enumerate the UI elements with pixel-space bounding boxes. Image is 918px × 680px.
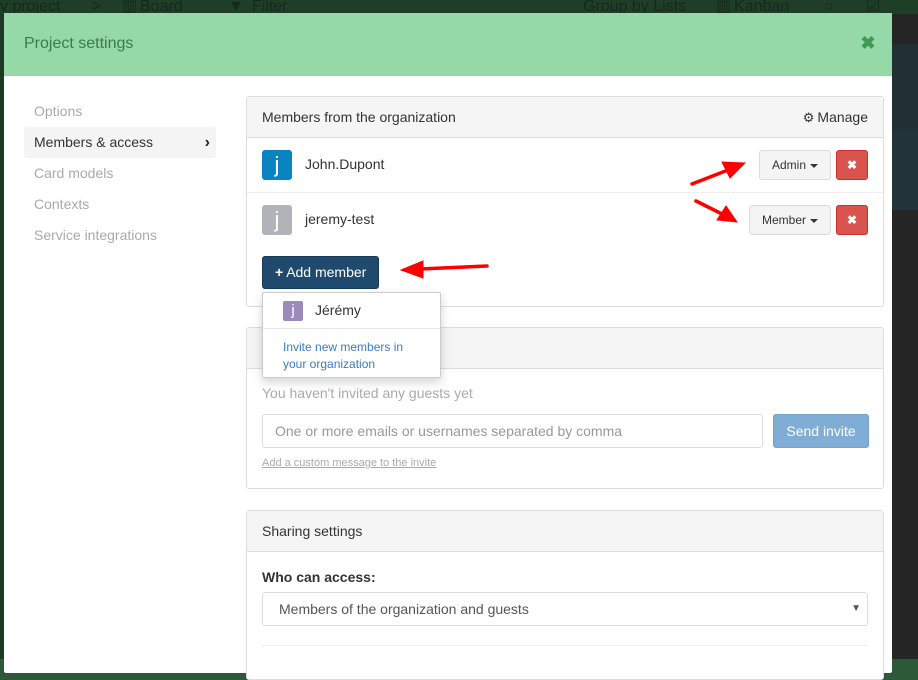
sidebar-item-contexts[interactable]: Contexts	[24, 189, 216, 220]
modal-header: Project settings ✖	[4, 13, 892, 76]
bg-board-icon: ▥	[122, 0, 138, 14]
bg-filter-icon: ▼	[228, 0, 244, 14]
close-icon: ✖	[846, 213, 858, 227]
role-label: Member	[761, 213, 806, 227]
divider	[262, 645, 868, 646]
modal-title: Project settings	[24, 35, 134, 52]
sharing-panel: Sharing settings Who can access: Members…	[246, 510, 884, 680]
bg-view-button: Kanban	[734, 0, 790, 14]
guests-empty-text: You haven't invited any guests yet	[262, 385, 473, 401]
bg-search-icon: ○	[824, 0, 834, 14]
plus-icon: +	[275, 264, 284, 280]
bg-kanban-icon: ▥	[716, 0, 732, 14]
sidebar-item-label: Service integrations	[34, 227, 157, 243]
role-label: Admin	[771, 158, 806, 172]
sidebar-item-members-access[interactable]: Members & access ›	[24, 127, 216, 158]
custom-message-link[interactable]: Add a custom message to the invite	[262, 457, 436, 469]
member-name: jeremy-test	[305, 211, 375, 227]
add-member-button[interactable]: + Add member	[262, 256, 380, 289]
member-name: John.Dupont	[305, 156, 385, 172]
bg-checkbox-icon: ☑	[866, 0, 881, 14]
bg-filter-input: Filter	[252, 0, 288, 14]
sidebar-item-label: Options	[34, 103, 83, 119]
invite-members-link[interactable]: Invite new members in your organization	[283, 339, 423, 373]
role-dropdown-member[interactable]: Member	[748, 205, 831, 235]
members-panel: Members from the organization ⚙ Manage j …	[246, 96, 884, 307]
role-dropdown-admin[interactable]: Admin	[758, 150, 831, 180]
caret-down-icon	[810, 163, 818, 168]
member-row: j jeremy-test Member ✖	[247, 193, 883, 248]
avatar: j	[262, 205, 292, 235]
bg-breadcrumb-separator: >	[92, 0, 102, 14]
dropdown-user-item[interactable]: j Jérémy	[263, 293, 440, 329]
add-member-dropdown: j Jérémy Invite new members in your orga…	[262, 292, 441, 378]
members-panel-heading: Members from the organization ⚙ Manage	[247, 97, 883, 138]
remove-member-button[interactable]: ✖	[836, 150, 868, 180]
close-icon: ✖	[846, 158, 858, 172]
bg-group-by-button: Group by Lists	[583, 0, 687, 14]
caret-down-icon	[810, 218, 818, 223]
access-selected-value: Members of the organization and guests	[279, 601, 529, 617]
dropdown-user-name: Jérémy	[315, 302, 361, 318]
member-row: j John.Dupont Admin ✖	[247, 138, 883, 193]
sidebar-item-label: Card models	[34, 165, 114, 181]
sharing-panel-heading: Sharing settings	[247, 511, 883, 552]
bg-breadcrumb-project: v project	[0, 0, 61, 14]
settings-sidebar: Options Members & access › Card models Co…	[24, 96, 216, 251]
gear-icon: ⚙	[802, 110, 815, 125]
access-select[interactable]: Members of the organization and guests ▼	[262, 592, 868, 626]
manage-label: Manage	[817, 109, 868, 125]
caret-down-icon: ▼	[851, 603, 861, 614]
avatar: j	[262, 150, 292, 180]
who-can-access-label: Who can access:	[262, 569, 376, 585]
avatar: j	[283, 301, 303, 321]
remove-member-button[interactable]: ✖	[836, 205, 868, 235]
sidebar-item-label: Members & access	[34, 134, 154, 150]
bg-board-button: Board	[140, 0, 183, 14]
sharing-panel-title: Sharing settings	[262, 523, 363, 539]
sidebar-item-service-integrations[interactable]: Service integrations	[24, 220, 216, 251]
manage-button[interactable]: ⚙ Manage	[803, 97, 868, 138]
send-invite-button[interactable]: Send invite	[773, 414, 869, 448]
close-icon[interactable]: ✖	[860, 34, 876, 52]
background-topbar: v project > ▥ Board ▼ Filter Group by Li…	[0, 0, 918, 14]
sidebar-item-card-models[interactable]: Card models	[24, 158, 216, 189]
sidebar-item-label: Contexts	[34, 196, 90, 212]
chevron-right-icon: ›	[204, 134, 210, 151]
invite-guests-input[interactable]	[262, 414, 763, 448]
project-settings-modal: Project settings ✖ Options Members & acc…	[4, 13, 892, 680]
add-member-label: Add member	[286, 264, 367, 280]
sidebar-item-options[interactable]: Options	[24, 96, 216, 127]
members-panel-title: Members from the organization	[262, 109, 456, 125]
